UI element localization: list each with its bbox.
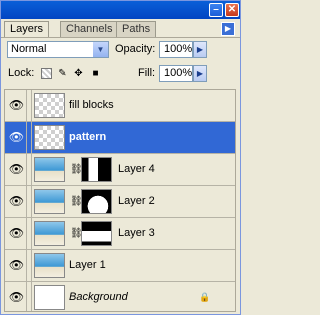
blend-mode-value: Normal xyxy=(11,43,47,55)
opacity-slider-button[interactable]: ▶ xyxy=(193,41,207,58)
tab-paths[interactable]: Paths xyxy=(116,21,157,37)
fill-label: Fill: xyxy=(138,67,156,79)
link-slot[interactable] xyxy=(27,250,32,281)
layer-thumbnail xyxy=(34,189,65,214)
lock-label: Lock: xyxy=(8,67,35,79)
chevron-down-icon[interactable]: ▼ xyxy=(93,42,108,57)
layer-name: Layer 1 xyxy=(69,259,106,271)
layer-name: Layer 2 xyxy=(118,195,155,207)
layer-name: Layer 3 xyxy=(118,227,155,239)
layer-thumbnail xyxy=(34,157,65,182)
layer-row-fill-blocks[interactable]: 👁 fill blocks xyxy=(5,90,235,122)
eye-icon[interactable]: 👁 xyxy=(7,122,27,153)
layer-thumbnail xyxy=(34,93,65,118)
minimize-button[interactable]: – xyxy=(209,3,223,17)
link-slot[interactable] xyxy=(27,186,32,217)
link-slot[interactable] xyxy=(27,154,32,185)
link-slot[interactable] xyxy=(27,122,32,153)
opacity-label: Opacity: xyxy=(115,43,156,55)
layer-thumbnail xyxy=(34,253,65,278)
link-slot[interactable] xyxy=(27,218,32,249)
link-slot[interactable] xyxy=(27,282,32,311)
layer-controls: Normal ▼ Opacity: 100% ▶ Lock: ✎ ✥ ■ Fil… xyxy=(1,37,240,89)
layers-palette: – ✕ Layers Channels Paths ▶ Normal ▼ Opa… xyxy=(0,0,241,315)
tab-layers[interactable]: Layers xyxy=(4,21,50,38)
mask-link-icon[interactable]: ⛓ xyxy=(70,228,83,240)
eye-icon[interactable]: 👁 xyxy=(7,282,27,311)
eye-icon[interactable]: 👁 xyxy=(7,90,27,121)
lock-transparent-icon[interactable] xyxy=(41,68,52,79)
blend-mode-select[interactable]: Normal ▼ xyxy=(7,41,109,58)
fill-field[interactable]: 100% xyxy=(159,65,193,82)
layer-mask-thumbnail[interactable] xyxy=(81,157,112,182)
close-button[interactable]: ✕ xyxy=(225,3,239,17)
fill-slider-button[interactable]: ▶ xyxy=(193,65,207,82)
layer-name: Background xyxy=(69,291,128,303)
layer-row-layer-3[interactable]: 👁 ⛓ Layer 3 xyxy=(5,218,235,250)
eye-icon[interactable]: 👁 xyxy=(7,218,27,249)
layer-name: fill blocks xyxy=(69,99,114,111)
palette-menu-arrow-icon[interactable]: ▶ xyxy=(221,22,235,36)
layer-list: 👁 fill blocks 👁 pattern 👁 ⛓ Layer 4 👁 ⛓ xyxy=(4,89,236,312)
layer-mask-thumbnail[interactable] xyxy=(81,221,112,246)
layer-thumbnail xyxy=(34,285,65,310)
layer-thumbnail xyxy=(34,125,65,150)
title-bar[interactable]: – ✕ xyxy=(1,1,240,19)
layer-row-layer-2[interactable]: 👁 ⛓ Layer 2 xyxy=(5,186,235,218)
layer-row-pattern[interactable]: 👁 pattern xyxy=(5,122,235,154)
eye-icon[interactable]: 👁 xyxy=(7,250,27,281)
layer-row-layer-1[interactable]: 👁 Layer 1 xyxy=(5,250,235,282)
layer-mask-thumbnail[interactable] xyxy=(81,189,112,214)
eye-icon[interactable]: 👁 xyxy=(7,186,27,217)
layer-thumbnail xyxy=(34,221,65,246)
layer-name: pattern xyxy=(69,131,107,143)
lock-move-icon[interactable]: ✥ xyxy=(73,68,84,79)
opacity-field[interactable]: 100% xyxy=(159,41,193,58)
layer-name: Layer 4 xyxy=(118,163,155,175)
lock-icon: 🔒 xyxy=(199,292,211,302)
layer-row-layer-4[interactable]: 👁 ⛓ Layer 4 xyxy=(5,154,235,186)
link-slot[interactable] xyxy=(27,90,32,121)
mask-link-icon[interactable]: ⛓ xyxy=(70,164,83,176)
layer-row-background[interactable]: 👁 Background 🔒 xyxy=(5,282,235,311)
tab-channels[interactable]: Channels xyxy=(60,21,119,37)
lock-brush-icon[interactable]: ✎ xyxy=(57,68,68,79)
lock-all-icon[interactable]: ■ xyxy=(90,68,101,79)
eye-icon[interactable]: 👁 xyxy=(7,154,27,185)
mask-link-icon[interactable]: ⛓ xyxy=(70,196,83,208)
